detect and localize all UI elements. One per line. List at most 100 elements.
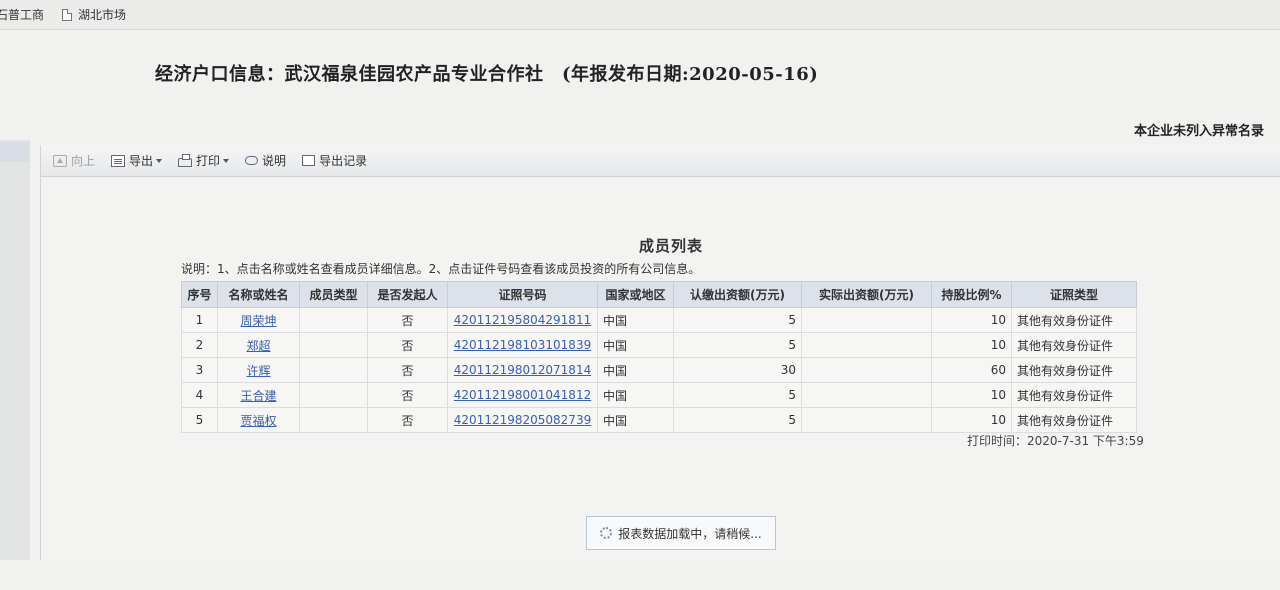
export-icon (111, 154, 126, 167)
member-name-link[interactable]: 郑超 (246, 339, 270, 353)
log-icon (302, 155, 316, 166)
export-button[interactable]: 导出 (111, 152, 163, 169)
table-title: 成员列表 (639, 237, 704, 255)
cell-ratio: 10 (931, 307, 1012, 333)
cell-no: 5 (181, 407, 218, 433)
cell-type (299, 407, 368, 433)
column-header: 实际出资额(万元) (801, 281, 932, 308)
cell-initiator: 否 (367, 382, 448, 408)
cell-subscribed: 5 (673, 332, 802, 358)
cell-country: 中国 (597, 307, 674, 333)
cell-actual (801, 307, 932, 333)
id-number-link[interactable]: 420112198012071814 (454, 363, 591, 377)
column-header: 是否发起人 (367, 281, 448, 308)
cell-id: 420112198001041812 (447, 382, 598, 408)
bookmark-item[interactable]: 石普工商 (0, 6, 44, 23)
id-number-link[interactable]: 420112198001041812 (454, 388, 591, 402)
table-header-row: 序号 名称或姓名 成员类型 是否发起人 证照号码 国家或地区 认缴出资额(万元)… (181, 281, 1137, 308)
cell-no: 3 (181, 357, 218, 383)
report-toolbar: 向上 导出 打印 说明 导出记录 (41, 145, 1280, 177)
column-header: 持股比例% (931, 281, 1012, 308)
member-name-link[interactable]: 贾福权 (240, 414, 276, 428)
cell-actual (801, 407, 932, 433)
column-header: 国家或地区 (597, 281, 674, 308)
cell-ratio: 10 (931, 407, 1012, 433)
cell-type (299, 357, 368, 383)
cell-id-type: 其他有效身份证件 (1011, 407, 1137, 433)
cell-actual (801, 357, 932, 383)
explain-label: 说明 (262, 154, 287, 168)
table-row: 2 郑超 否 420112198103101839 中国 5 10 其他有效身份… (181, 332, 1137, 358)
print-button[interactable]: 打印 (178, 152, 230, 169)
cell-no: 2 (181, 332, 218, 358)
left-panel-strip (0, 140, 30, 560)
loading-indicator: 报表数据加载中，请稍候... (586, 516, 776, 550)
cell-id-type: 其他有效身份证件 (1011, 332, 1137, 358)
cell-name: 郑超 (217, 332, 300, 358)
cell-initiator: 否 (367, 407, 448, 433)
page-title: 经济户口信息：武汉福泉佳园农产品专业合作社 (年报发布日期:2020-05-16… (155, 64, 819, 85)
cell-country: 中国 (597, 407, 674, 433)
cell-initiator: 否 (367, 307, 448, 333)
cell-actual (801, 382, 932, 408)
column-header: 序号 (181, 281, 218, 308)
bookmarks-bar: 石普工商 湖北市场 (0, 0, 1280, 30)
left-panel-tab[interactable] (0, 142, 30, 162)
export-log-label: 导出记录 (319, 154, 368, 168)
cell-ratio: 10 (931, 382, 1012, 408)
cell-name: 贾福权 (217, 407, 300, 433)
cell-name: 周荣坤 (217, 307, 300, 333)
chevron-down-icon (156, 158, 163, 163)
id-number-link[interactable]: 420112198205082739 (454, 413, 591, 427)
cell-ratio: 60 (931, 357, 1012, 383)
cell-subscribed: 30 (673, 357, 802, 383)
cell-id-type: 其他有效身份证件 (1011, 382, 1137, 408)
cell-country: 中国 (597, 382, 674, 408)
bookmark-label: 湖北市场 (78, 8, 127, 22)
column-header: 认缴出资额(万元) (673, 281, 802, 308)
up-arrow-icon (53, 154, 67, 167)
up-button[interactable]: 向上 (53, 152, 95, 169)
cell-actual (801, 332, 932, 358)
cell-initiator: 否 (367, 357, 448, 383)
chevron-down-icon (223, 158, 230, 163)
export-label: 导出 (129, 154, 154, 168)
export-log-button[interactable]: 导出记录 (302, 152, 367, 169)
cell-id: 420112198012071814 (447, 357, 598, 383)
report-viewer: 向上 导出 打印 说明 导出记录 成员列表 说明：1、点击名称或姓名查看成员详细… (40, 145, 1280, 560)
spinner-icon (600, 527, 613, 539)
page-icon (62, 8, 73, 21)
id-number-link[interactable]: 420112198103101839 (454, 338, 591, 352)
member-name-link[interactable]: 周荣坤 (240, 314, 276, 328)
table-row: 5 贾福权 否 420112198205082739 中国 5 10 其他有效身… (181, 407, 1137, 433)
column-header: 证照类型 (1011, 281, 1137, 308)
cell-type (299, 307, 368, 333)
speech-bubble-icon (245, 156, 259, 165)
table-row: 4 王合建 否 420112198001041812 中国 5 10 其他有效身… (181, 382, 1137, 408)
cell-name: 王合建 (217, 382, 300, 408)
table-note: 说明：1、点击名称或姓名查看成员详细信息。2、点击证件号码查看该成员投资的所有公… (181, 262, 701, 276)
cell-subscribed: 5 (673, 407, 802, 433)
cell-id: 420112198205082739 (447, 407, 598, 433)
print-label: 打印 (196, 154, 221, 168)
print-timestamp: 打印时间：2020-7-31 下午3:59 (967, 434, 1144, 448)
id-number-link[interactable]: 420112195804291811 (454, 313, 591, 327)
members-table: 序号 名称或姓名 成员类型 是否发起人 证照号码 国家或地区 认缴出资额(万元)… (181, 281, 1137, 433)
column-header: 名称或姓名 (217, 281, 300, 308)
bookmark-label: 石普工商 (0, 8, 45, 22)
table-row: 1 周荣坤 否 420112195804291811 中国 5 10 其他有效身… (181, 307, 1137, 333)
cell-id-type: 其他有效身份证件 (1011, 357, 1137, 383)
cell-subscribed: 5 (673, 382, 802, 408)
cell-id-type: 其他有效身份证件 (1011, 307, 1137, 333)
member-name-link[interactable]: 王合建 (240, 389, 276, 403)
cell-id: 420112198103101839 (447, 332, 598, 358)
cell-type (299, 332, 368, 358)
cell-no: 4 (181, 382, 218, 408)
cell-no: 1 (181, 307, 218, 333)
cell-country: 中国 (597, 357, 674, 383)
cell-type (299, 382, 368, 408)
loading-text: 报表数据加载中，请稍候... (618, 526, 762, 541)
bookmark-item[interactable]: 湖北市场 (62, 6, 126, 23)
explain-button[interactable]: 说明 (245, 152, 286, 169)
member-name-link[interactable]: 许辉 (246, 364, 270, 378)
